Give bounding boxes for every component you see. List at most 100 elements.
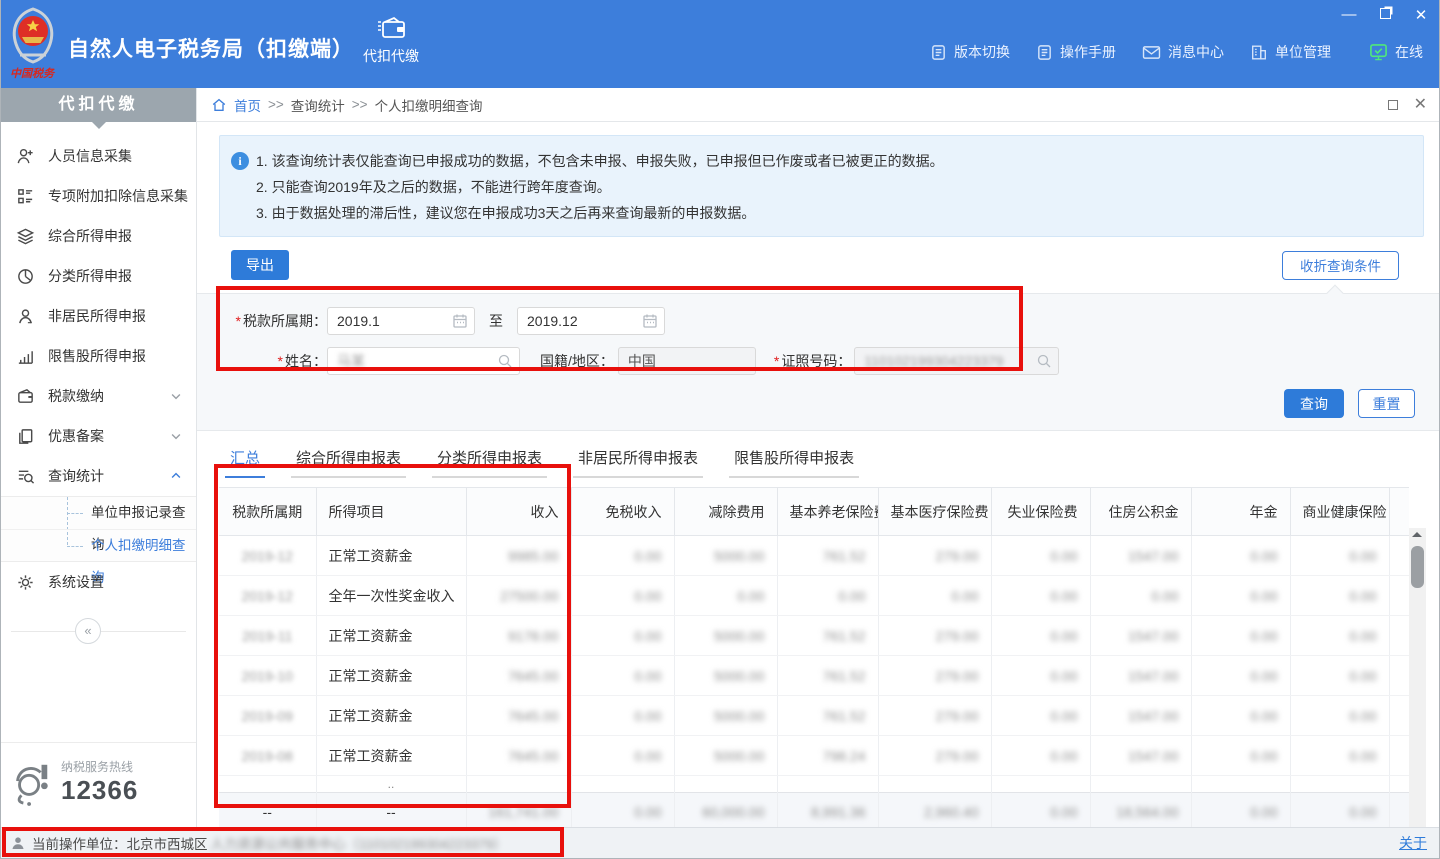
- sidebar-collapse-button[interactable]: «: [75, 618, 101, 644]
- tab-restricted-shares[interactable]: 限售股所得申报表: [729, 443, 859, 478]
- headset-hotline-icon: [9, 757, 53, 807]
- panel-close-icon[interactable]: ✕: [1414, 100, 1427, 110]
- table-ellipsis-row[interactable]: ..: [219, 776, 1409, 793]
- table-cell: 761.52: [777, 536, 878, 576]
- tab-classified-income[interactable]: 分类所得申报表: [432, 443, 547, 478]
- search-list-icon: [16, 467, 35, 486]
- close-icon[interactable]: ✕: [1413, 6, 1429, 24]
- nationality-value: 中国: [628, 351, 656, 371]
- summary-table: 税款所属期所得项目收入免税收入减除费用基本养老保险费基本医疗保险费失业保险费住房…: [219, 487, 1409, 831]
- sidebar-divider: «: [1, 618, 196, 644]
- vertical-scrollbar[interactable]: [1409, 528, 1426, 848]
- tab-nonresident-income[interactable]: 非居民所得申报表: [573, 443, 703, 478]
- export-button[interactable]: 导出: [231, 250, 289, 280]
- about-link[interactable]: 关于: [1399, 833, 1427, 853]
- table-cell: 9985.00: [466, 536, 571, 576]
- column-header: 基本养老保险费: [777, 488, 878, 536]
- table-cell: [878, 776, 991, 793]
- table-cell: 7645.00: [466, 696, 571, 736]
- column-header: 年金: [1191, 488, 1290, 536]
- table-row[interactable]: 2019-12正常工资薪金9985.000.005000.00761.52279…: [219, 536, 1409, 576]
- home-icon: [211, 97, 227, 113]
- query-buttons: 查询 重置: [209, 389, 1415, 418]
- bar-chart-icon: [16, 347, 35, 366]
- table-cell: 2019-08: [219, 736, 316, 776]
- column-header: 税: [1389, 488, 1409, 536]
- sidebar-item-nonresident-income[interactable]: 非居民所得申报: [1, 296, 196, 336]
- message-center-button[interactable]: 消息中心: [1142, 42, 1224, 62]
- sidebar-subitem-unit-declaration-query[interactable]: 单位申报记录查询: [1, 497, 196, 529]
- sidebar-item-label: 综合所得申报: [48, 226, 132, 246]
- search-button[interactable]: 查询: [1284, 389, 1344, 418]
- query-row-person: *姓名： 马某 国籍/地区： 中国 *证照号码： 110102199304223…: [209, 347, 1415, 375]
- table-cell: 5000.00: [674, 736, 777, 776]
- table-row[interactable]: 2019-12全年一次性奖金收入27500.000.000.000.000.00…: [219, 576, 1409, 616]
- table-cell: 761.52: [777, 656, 878, 696]
- table-cell: 2,960.40: [878, 793, 991, 831]
- table-cell: [1389, 736, 1409, 776]
- sidebar-subitem-personal-withholding-query[interactable]: 个人扣缴明细查询: [1, 529, 196, 561]
- sidebar-item-label: 人员信息采集: [48, 146, 132, 166]
- query-statistics-submenu: 单位申报记录查询 个人扣缴明细查询: [1, 496, 196, 562]
- id-number-value: 110102199304223379: [864, 353, 1003, 369]
- query-panel: *税款所属期： 2019.1 至 2019.12: [197, 293, 1439, 431]
- table-cell: [674, 776, 777, 793]
- table-cell: 0.00: [571, 736, 674, 776]
- sidebar-item-tax-payment[interactable]: 税款缴纳: [1, 376, 196, 416]
- sidebar-item-query-statistics[interactable]: 查询统计: [1, 456, 196, 496]
- table-row[interactable]: 2019-10正常工资薪金7645.000.005000.00761.52279…: [219, 656, 1409, 696]
- collapse-query-button[interactable]: 收折查询条件: [1282, 251, 1399, 280]
- table-cell: 0.00: [571, 616, 674, 656]
- chevron-up-icon: [169, 469, 183, 483]
- tax-bureau-logo: 中国税务: [9, 4, 57, 84]
- restore-icon[interactable]: [1377, 6, 1393, 24]
- vertical-scroll-thumb[interactable]: [1411, 546, 1424, 588]
- table-cell: 0.00: [1290, 576, 1389, 616]
- result-tabs: 汇总 综合所得申报表 分类所得申报表 非居民所得申报表 限售股所得申报表: [225, 443, 1417, 478]
- sidebar-item-label: 分类所得申报: [48, 266, 132, 286]
- app-window: — ✕ 中国税务 自然人电子税务局（扣缴端） 代扣代缴: [0, 0, 1440, 859]
- table-cell: 0.00: [1290, 696, 1389, 736]
- table-row[interactable]: 2019-11正常工资薪金9178.000.005000.00761.52279…: [219, 616, 1409, 656]
- sidebar-item-system-settings[interactable]: 系统设置: [1, 562, 196, 602]
- manual-button[interactable]: 操作手册: [1036, 42, 1116, 62]
- breadcrumb-level1[interactable]: 查询统计: [291, 95, 345, 115]
- sidebar-item-preferential-filing[interactable]: 优惠备案: [1, 416, 196, 456]
- table-cell: [991, 776, 1090, 793]
- gear-icon: [16, 573, 35, 592]
- table-row[interactable]: 2019-09正常工资薪金7645.000.005000.00761.52279…: [219, 696, 1409, 736]
- sidebar-item-comprehensive-income[interactable]: 综合所得申报: [1, 216, 196, 256]
- online-status[interactable]: 在线: [1369, 42, 1423, 62]
- period-to-value: 2019.12: [527, 313, 578, 329]
- sidebar-item-personnel-info[interactable]: 人员信息采集: [1, 136, 196, 176]
- tab-comprehensive-income[interactable]: 综合所得申报表: [291, 443, 406, 478]
- nav-tab-withholding[interactable]: 代扣代缴: [349, 16, 433, 66]
- id-number-input[interactable]: 110102199304223379: [854, 347, 1059, 375]
- table-cell: [1290, 776, 1389, 793]
- notice-box: i 1. 该查询统计表仅能查询已申报成功的数据，不包含未申报、申报失败，已申报但…: [219, 135, 1424, 237]
- version-switch-button[interactable]: 版本切换: [930, 42, 1010, 62]
- name-input[interactable]: 马某: [327, 347, 520, 375]
- table-cell: [1389, 793, 1409, 831]
- sidebar-item-classified-income[interactable]: 分类所得申报: [1, 256, 196, 296]
- table-cell: 0.00: [1290, 736, 1389, 776]
- reset-button[interactable]: 重置: [1358, 389, 1415, 418]
- scroll-up-icon[interactable]: [1412, 532, 1422, 537]
- table-totals-row[interactable]: ----161,741.000.0060,000.008,991.362,960…: [219, 793, 1409, 831]
- tab-summary[interactable]: 汇总: [225, 443, 265, 478]
- minimize-icon[interactable]: —: [1341, 6, 1357, 24]
- period-from-input[interactable]: 2019.1: [327, 307, 475, 335]
- unit-management-button[interactable]: 单位管理: [1250, 42, 1331, 62]
- unit-management-label: 单位管理: [1275, 42, 1331, 62]
- breadcrumb-home[interactable]: 首页: [234, 95, 261, 115]
- pie-chart-icon: [16, 267, 35, 286]
- period-to-input[interactable]: 2019.12: [517, 307, 665, 335]
- breadcrumb-separator: >>: [268, 97, 284, 112]
- table-row[interactable]: 2019-08正常工资薪金7645.000.005000.00798.24279…: [219, 736, 1409, 776]
- panel-maximize-icon[interactable]: [1388, 100, 1398, 110]
- sidebar-item-special-deduction[interactable]: 专项附加扣除信息采集: [1, 176, 196, 216]
- column-header: 失业保险费: [991, 488, 1090, 536]
- table-cell: 0.00: [991, 736, 1090, 776]
- toolbar: 导出 收折查询条件: [231, 250, 1399, 280]
- sidebar-item-restricted-shares[interactable]: 限售股所得申报: [1, 336, 196, 376]
